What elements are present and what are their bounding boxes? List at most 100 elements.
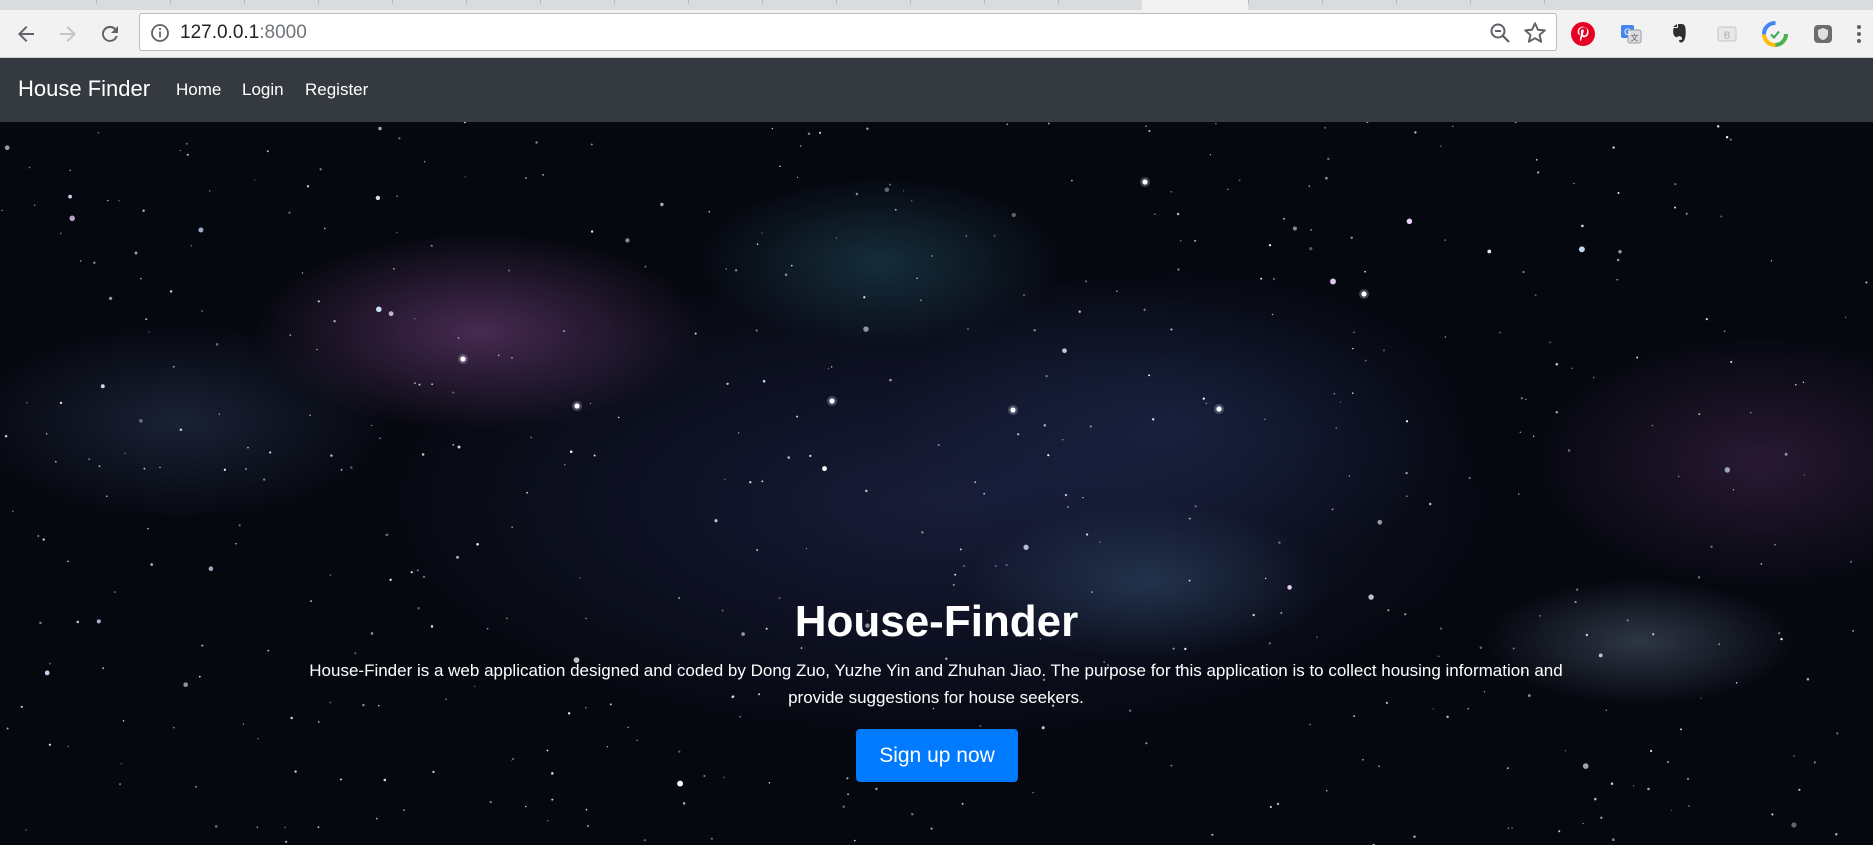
tab[interactable] — [244, 0, 318, 4]
nav-link-home[interactable]: Home — [176, 80, 221, 100]
star — [863, 296, 866, 299]
url-text[interactable]: 127.0.0.1:8000 — [180, 22, 307, 44]
star — [1202, 397, 1205, 400]
star — [1353, 331, 1355, 334]
tab[interactable] — [170, 0, 244, 4]
tab[interactable] — [688, 0, 762, 4]
star — [1148, 129, 1151, 133]
tab-strip — [0, 0, 1873, 10]
star — [1062, 439, 1064, 441]
tab[interactable] — [1544, 0, 1618, 4]
pinterest-extension[interactable] — [1567, 18, 1599, 50]
nav-link-login[interactable]: Login — [242, 80, 284, 100]
browser-toolbar: 127.0.0.1:8000 G 文 B — [0, 10, 1873, 58]
star — [288, 211, 291, 214]
star — [79, 260, 82, 262]
colorful-extension[interactable] — [1759, 18, 1791, 50]
star — [1, 209, 3, 212]
evernote-extension[interactable] — [1663, 18, 1695, 50]
tab[interactable] — [1058, 0, 1132, 4]
star — [1520, 397, 1523, 400]
translate-extension[interactable]: G 文 — [1615, 18, 1647, 50]
star — [333, 320, 336, 323]
star — [762, 379, 766, 383]
nav-link-register[interactable]: Register — [305, 80, 368, 100]
star — [805, 548, 808, 550]
star — [511, 760, 513, 762]
brand-link[interactable]: House Finder — [18, 76, 150, 102]
star — [930, 827, 933, 830]
tab[interactable] — [836, 0, 910, 4]
tab[interactable] — [1322, 0, 1396, 4]
star — [1170, 191, 1172, 193]
star — [1045, 375, 1048, 378]
forward-button[interactable] — [50, 16, 86, 52]
star — [215, 343, 219, 346]
star — [800, 647, 803, 649]
star — [4, 145, 10, 151]
star — [889, 378, 892, 382]
star — [525, 177, 527, 179]
star — [965, 235, 968, 237]
tab[interactable] — [1470, 0, 1544, 4]
tab[interactable] — [1396, 0, 1470, 4]
star — [1600, 816, 1603, 819]
star — [118, 783, 122, 786]
extension-b[interactable]: B — [1711, 18, 1743, 50]
star — [218, 413, 220, 415]
star — [1725, 135, 1729, 139]
url-port: :8000 — [259, 22, 307, 43]
shield-icon — [1814, 25, 1832, 43]
star — [1091, 591, 1093, 593]
tab[interactable] — [614, 0, 688, 4]
star — [1598, 653, 1603, 658]
star — [1710, 545, 1713, 549]
svg-text:B: B — [1724, 31, 1731, 42]
star-icon[interactable] — [1522, 20, 1548, 46]
tab[interactable] — [466, 0, 540, 4]
star — [1535, 158, 1538, 161]
star — [1791, 822, 1797, 828]
star — [431, 383, 433, 386]
tab[interactable] — [96, 0, 170, 4]
reload-button[interactable] — [92, 16, 128, 52]
star — [546, 749, 549, 752]
star — [1798, 788, 1801, 791]
star — [1806, 677, 1810, 681]
star — [1362, 758, 1364, 761]
star — [330, 454, 333, 457]
active-tab[interactable] — [1142, 0, 1248, 10]
tab[interactable] — [984, 0, 1058, 4]
star — [1760, 563, 1763, 565]
star — [1636, 356, 1639, 359]
star — [911, 812, 914, 816]
tab[interactable] — [318, 0, 392, 4]
star — [150, 563, 153, 566]
star — [37, 535, 40, 537]
star — [756, 549, 758, 551]
star — [124, 452, 126, 454]
tab[interactable] — [540, 0, 614, 4]
tab[interactable] — [910, 0, 984, 4]
tab[interactable] — [1248, 0, 1322, 4]
info-icon[interactable] — [150, 23, 170, 43]
back-button[interactable] — [8, 16, 44, 52]
star — [97, 131, 100, 134]
zoom-out-icon[interactable] — [1488, 21, 1512, 45]
browser-menu-button[interactable] — [1849, 18, 1869, 50]
star — [508, 269, 511, 272]
star — [1686, 777, 1690, 781]
shield-extension[interactable] — [1807, 18, 1839, 50]
star — [42, 538, 45, 541]
tab[interactable] — [392, 0, 466, 4]
tab[interactable] — [762, 0, 836, 4]
star — [724, 478, 726, 481]
star — [563, 463, 566, 466]
star — [1555, 363, 1558, 366]
star — [1567, 449, 1571, 452]
sign-up-button[interactable]: Sign up now — [856, 729, 1018, 782]
star — [12, 510, 14, 512]
star — [1605, 709, 1608, 712]
star — [590, 230, 594, 233]
address-bar[interactable]: 127.0.0.1:8000 — [139, 13, 1557, 51]
